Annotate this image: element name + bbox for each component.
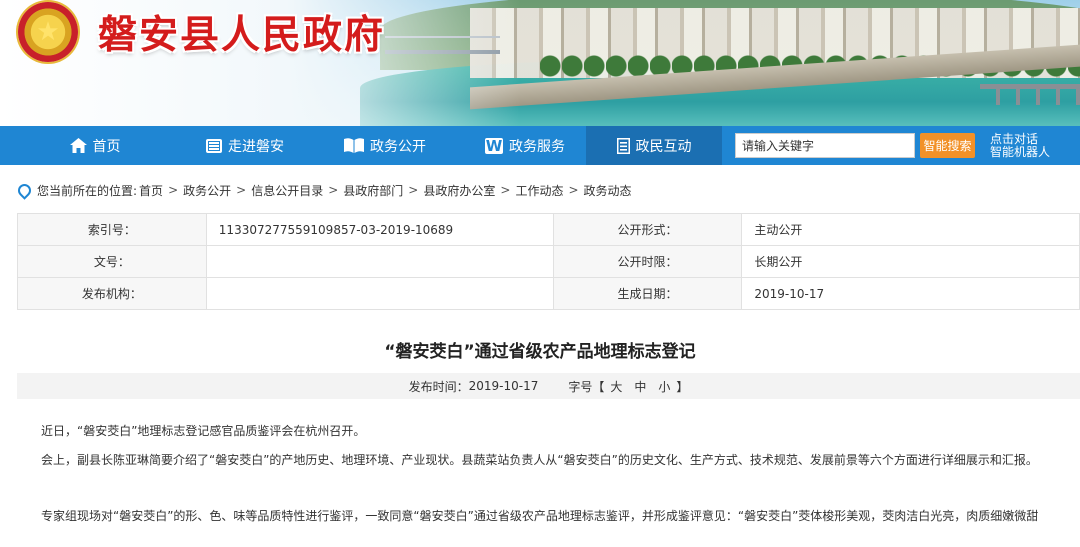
article-paragraph: 专家组现场对“磐安茭白”的形、色、味等品质特性进行鉴评，一致同意“磐安茭白”通过… [41, 509, 1039, 523]
site-title[interactable]: 磐安县人民政府 [98, 4, 385, 60]
period-label: 公开时限： [552, 245, 743, 278]
breadcrumb-separator: > [500, 183, 511, 197]
table-row: 文号： 公开时限： 长期公开 [17, 245, 1080, 278]
table-row: 发布机构： 生成日期： 2019-10-17 [17, 277, 1080, 310]
fontsize-end: 】 [676, 379, 689, 394]
nav-item-label: 政务公开 [370, 138, 426, 155]
publish-label: 发布时间： [408, 379, 469, 394]
article-paragraph: 会上，副县长陈亚琳简要介绍了“磐安茭白”的产地历史、地理环境、产业现状。县蔬菜站… [41, 453, 1038, 467]
robot-line2: 智能机器人 [990, 145, 1051, 159]
org-label: 发布机构： [17, 277, 207, 310]
nav-item-interaction[interactable]: 政民互动 [586, 126, 722, 165]
list-icon [206, 138, 222, 153]
org-value [205, 277, 554, 310]
font-size-medium-button[interactable]: 中 [634, 378, 646, 395]
article-paragraph: 近日，“磐安茭白”地理标志登记感官品质鉴评会在杭州召开。 [41, 424, 366, 438]
date-label: 生成日期： [552, 277, 743, 310]
nav-item-label: 政务服务 [509, 138, 565, 155]
breadcrumb-separator: > [328, 183, 339, 197]
date-value: 2019-10-17 [741, 277, 1080, 310]
form-label: 公开形式： [552, 213, 743, 246]
nav-item-home[interactable]: 首页 [0, 126, 190, 165]
breadcrumb-home[interactable]: 首页 [139, 182, 163, 199]
book-icon [344, 138, 364, 153]
chat-robot-link[interactable]: 点击对话 智能机器人 [990, 133, 1070, 159]
article-title: “磐安茭白”通过省级农产品地理标志登记 [384, 342, 696, 362]
publish-date: 2019-10-17 [468, 379, 539, 393]
article-meta-bar: 发布时间： 2019-10-17 字号【 大 中 小 】 [17, 373, 1080, 399]
breadcrumb-office[interactable]: 县政府办公室 [423, 182, 495, 199]
nav-item-label: 政民互动 [635, 138, 692, 155]
form-value: 主动公开 [741, 213, 1080, 246]
breadcrumb-separator: > [408, 183, 419, 197]
nav-item-label: 走进磐安 [228, 138, 284, 155]
breadcrumb-work-news[interactable]: 工作动态 [515, 182, 563, 199]
breadcrumb-separator: > [568, 183, 579, 197]
docno-value [205, 245, 554, 278]
home-icon [69, 138, 87, 153]
breadcrumb-prefix: 您当前所在的位置: [37, 183, 138, 198]
smart-search-button[interactable]: 智能搜索 [920, 133, 975, 158]
fontsize-label: 字号【 [568, 379, 605, 394]
breadcrumb-departments[interactable]: 县政府部门 [343, 182, 403, 199]
nav-item-label: 首页 [92, 138, 121, 155]
nav-item-gov-affairs[interactable]: 政务公开 [330, 126, 440, 165]
nav-item-about[interactable]: 走进磐安 [190, 126, 300, 165]
bridge-right [980, 84, 1080, 105]
w-icon: W [485, 136, 503, 155]
index-value: 113307277559109857-03-2019-10689 [205, 213, 554, 246]
font-size-large-button[interactable]: 大 [610, 378, 622, 395]
main-nav: 首页 走进磐安 政务公开 W 政务服务 政民互动 [0, 126, 1080, 165]
breadcrumb-separator: > [168, 183, 179, 197]
docno-label: 文号： [17, 245, 207, 278]
font-size-small-button[interactable]: 小 [658, 378, 670, 395]
national-emblem-icon[interactable]: ★ [18, 2, 78, 62]
location-pin-icon [15, 180, 34, 200]
period-value: 长期公开 [741, 245, 1080, 278]
document-icon [616, 137, 630, 154]
breadcrumb-catalog[interactable]: 信息公开目录 [251, 182, 323, 199]
breadcrumb-separator: > [236, 183, 247, 197]
search-input[interactable] [735, 133, 915, 158]
breadcrumb: 您当前所在的位置: 首页 > 政务公开 > 信息公开目录 > 县政府部门 > 县… [15, 180, 632, 200]
breadcrumb-gov-affairs[interactable]: 政务公开 [183, 182, 231, 199]
breadcrumb-gov-news[interactable]: 政务动态 [584, 182, 632, 199]
table-row: 索引号： 113307277559109857-03-2019-10689 公开… [17, 213, 1080, 246]
info-table: 索引号： 113307277559109857-03-2019-10689 公开… [17, 213, 1080, 310]
nav-item-gov-service[interactable]: W 政务服务 [470, 126, 580, 165]
header-banner: ★ 磐安县人民政府 [0, 0, 1080, 126]
index-label: 索引号： [17, 213, 207, 246]
